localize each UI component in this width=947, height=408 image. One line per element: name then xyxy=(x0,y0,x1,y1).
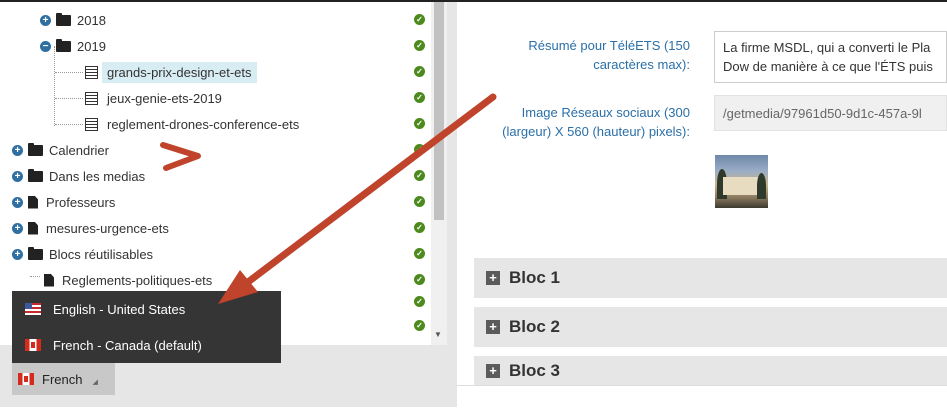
check-circle-icon: ✓ xyxy=(414,118,425,129)
language-option-label: English - United States xyxy=(53,301,186,317)
document-icon xyxy=(85,65,98,79)
expand-plus-icon: + xyxy=(486,320,500,334)
tree-item-label: mesures-urgence-ets xyxy=(46,220,169,236)
tree-guide-line xyxy=(55,72,83,74)
scroll-down-icon[interactable]: ▼ xyxy=(434,330,442,339)
tree-item-jeux-genie-ets-2019[interactable]: jeux-genie-ets-2019 xyxy=(85,86,222,110)
folder-icon xyxy=(28,246,43,260)
tree-item-2019[interactable]: − 2019 xyxy=(40,34,106,58)
language-option-french[interactable]: French - Canada (default) xyxy=(12,327,281,363)
scrollbar-thumb[interactable] xyxy=(434,2,444,220)
tree-item-label: grands-prix-design-et-ets xyxy=(102,61,257,83)
language-dropdown-menu: English - United States French - Canada … xyxy=(12,291,281,363)
tree-guide-line xyxy=(55,124,83,126)
current-language-label: French xyxy=(42,371,83,387)
check-circle-icon: ✓ xyxy=(414,66,425,77)
tree-guide-line xyxy=(54,46,56,126)
summary-textarea[interactable]: La firme MSDL, qui a converti le Pla Dow… xyxy=(714,31,947,83)
tree-item-dans-les-medias[interactable]: + Dans les medias xyxy=(12,164,145,188)
tree-item-label: Reglements-politiques-ets xyxy=(62,272,213,288)
check-circle-icon: ✓ xyxy=(414,92,425,103)
folder-icon xyxy=(56,12,71,26)
tree-guide-line xyxy=(55,98,83,100)
page-icon xyxy=(28,195,38,209)
check-circle-icon: ✓ xyxy=(414,248,425,259)
check-circle-icon: ✓ xyxy=(414,196,425,207)
language-selector-button[interactable]: French ◢ xyxy=(12,363,115,395)
bloc-title: Bloc 2 xyxy=(509,317,561,336)
tree-item-grands-prix-design-et-ets[interactable]: grands-prix-design-et-ets xyxy=(85,60,257,84)
language-option-english[interactable]: English - United States xyxy=(12,291,281,327)
tree-item-label: jeux-genie-ets-2019 xyxy=(107,90,222,106)
caret-icon: ◢ xyxy=(92,379,98,386)
folder-icon xyxy=(28,142,43,156)
tree-item-professeurs[interactable]: + Professeurs xyxy=(12,190,115,214)
tree-item-mesures-urgence-ets[interactable]: + mesures-urgence-ets xyxy=(12,216,169,240)
document-icon xyxy=(85,91,98,105)
tree-item-label: Calendrier xyxy=(49,142,109,158)
document-icon xyxy=(85,117,98,131)
expand-icon[interactable]: + xyxy=(12,222,23,234)
page-icon xyxy=(44,273,54,287)
expand-plus-icon: + xyxy=(486,363,500,378)
check-circle-icon: ✓ xyxy=(414,170,425,181)
check-circle-icon: ✓ xyxy=(414,40,425,51)
tree-item-blocs-reutilisables[interactable]: + Blocs réutilisables xyxy=(12,242,153,266)
expand-icon[interactable]: + xyxy=(12,196,23,208)
check-circle-icon: ✓ xyxy=(414,274,425,285)
check-circle-icon: ✓ xyxy=(414,14,425,25)
tree-item-label: Professeurs xyxy=(46,194,116,210)
bloc-3-panel[interactable]: + Bloc 3 xyxy=(474,356,947,385)
bloc-1-panel[interactable]: + Bloc 1 xyxy=(474,258,947,298)
social-image-path: /getmedia/97961d50-9d1c-457a-9l xyxy=(723,106,922,121)
expand-plus-icon: + xyxy=(486,271,500,285)
tree-guide-line xyxy=(30,276,40,278)
check-circle-icon: ✓ xyxy=(414,320,425,331)
tree-item-label: 2018 xyxy=(77,12,106,28)
bloc-title: Bloc 3 xyxy=(509,360,561,380)
tree-item-reglements-politiques-ets[interactable]: Reglements-politiques-ets xyxy=(44,268,212,292)
tree-item-calendrier[interactable]: + Calendrier xyxy=(12,138,109,162)
tree-item-reglement-drones-conference-ets[interactable]: reglement-drones-conference-ets xyxy=(85,112,299,136)
social-image-field-label: Image Réseaux sociaux (300 (largeur) X 5… xyxy=(502,105,690,139)
collapse-icon[interactable]: − xyxy=(40,40,51,52)
folder-icon xyxy=(56,38,71,52)
summary-line-1: La firme MSDL, qui a converti le Pla xyxy=(723,40,931,55)
horizontal-scrollbar[interactable] xyxy=(457,385,947,408)
check-circle-icon: ✓ xyxy=(414,222,425,233)
tree-item-label: reglement-drones-conference-ets xyxy=(107,116,300,132)
social-image-path-field[interactable]: /getmedia/97961d50-9d1c-457a-9l xyxy=(714,95,947,131)
expand-icon[interactable]: + xyxy=(12,170,23,182)
social-image-thumbnail[interactable] xyxy=(715,155,768,208)
us-flag-icon xyxy=(25,303,41,315)
check-circle-icon: ✓ xyxy=(414,144,425,155)
language-option-label: French - Canada (default) xyxy=(53,337,202,353)
tree-item-2018[interactable]: + 2018 xyxy=(40,8,106,32)
expand-icon[interactable]: + xyxy=(40,14,51,26)
tree-scrollbar[interactable]: ▼ xyxy=(431,2,447,345)
page-icon xyxy=(28,221,38,235)
summary-field-label: Résumé pour TéléETS (150 caractères max)… xyxy=(528,38,690,72)
folder-icon xyxy=(28,168,43,182)
canada-flag-icon xyxy=(25,339,41,351)
expand-icon[interactable]: + xyxy=(12,144,23,156)
expand-icon[interactable]: + xyxy=(12,248,23,260)
check-circle-icon: ✓ xyxy=(414,296,425,307)
tree-item-label: Dans les medias xyxy=(49,168,146,184)
tree-item-label: 2019 xyxy=(77,38,106,54)
bloc-title: Bloc 1 xyxy=(509,268,561,287)
summary-line-2: Dow de manière à ce que l'ÉTS puis xyxy=(723,59,933,74)
canada-flag-icon xyxy=(18,373,34,385)
tree-item-label: Blocs réutilisables xyxy=(49,246,154,262)
bloc-2-panel[interactable]: + Bloc 2 xyxy=(474,307,947,347)
